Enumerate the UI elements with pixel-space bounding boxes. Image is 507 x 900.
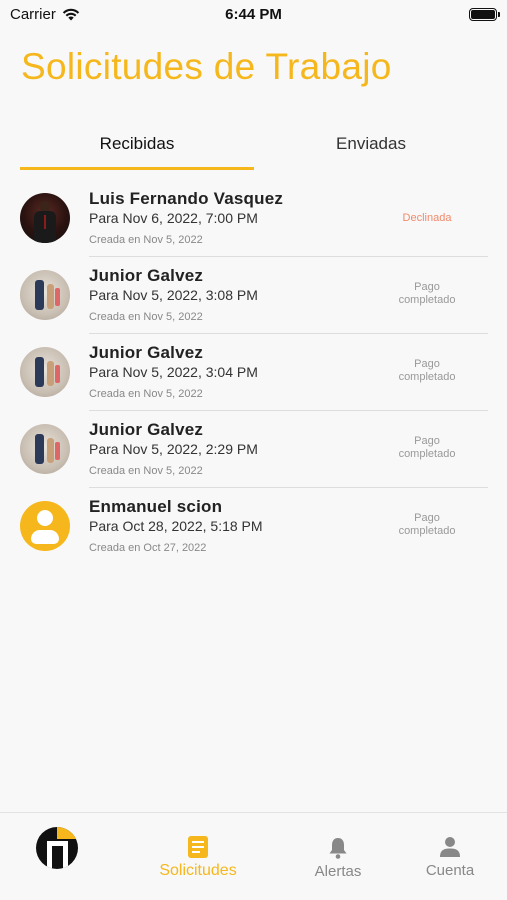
nav-solicitudes[interactable]: Solicitudes bbox=[148, 813, 248, 900]
request-row[interactable]: Junior Galvez Para Nov 5, 2022, 2:29 PM … bbox=[0, 411, 507, 488]
requester-name: Junior Galvez bbox=[89, 343, 204, 362]
default-avatar-icon bbox=[20, 501, 70, 551]
status-badge: Pago completado bbox=[398, 358, 456, 383]
app-logo-icon bbox=[36, 827, 78, 869]
requester-name: Enmanuel scion bbox=[89, 497, 223, 516]
avatar bbox=[20, 347, 70, 397]
tab-recibidas[interactable]: Recibidas bbox=[20, 118, 254, 170]
nav-home[interactable] bbox=[20, 813, 94, 900]
requester-name: Luis Fernando Vasquez bbox=[89, 189, 284, 208]
status-left: Carrier bbox=[10, 6, 80, 23]
nav-cuenta[interactable]: Cuenta bbox=[410, 813, 490, 900]
wifi-icon bbox=[62, 8, 80, 20]
status-badge: Pago completado bbox=[398, 281, 456, 306]
requester-name: Junior Galvez bbox=[89, 420, 204, 439]
request-row[interactable]: Junior Galvez Para Nov 5, 2022, 3:04 PM … bbox=[0, 334, 507, 411]
bell-icon bbox=[329, 838, 347, 859]
request-list: Luis Fernando Vasquez Para Nov 6, 2022, … bbox=[0, 180, 507, 565]
created-date: Creada en Nov 5, 2022 bbox=[89, 388, 203, 400]
status-badge: Pago completado bbox=[398, 512, 456, 537]
tab-bar: Recibidas Enviadas bbox=[20, 118, 488, 170]
request-date: Para Oct 28, 2022, 5:18 PM bbox=[89, 518, 263, 534]
request-date: Para Nov 5, 2022, 3:08 PM bbox=[89, 287, 258, 303]
created-date: Creada en Nov 5, 2022 bbox=[89, 311, 203, 323]
request-date: Para Nov 5, 2022, 2:29 PM bbox=[89, 441, 258, 457]
nav-alertas[interactable]: Alertas bbox=[298, 813, 378, 900]
avatar bbox=[20, 424, 70, 474]
created-date: Creada en Nov 5, 2022 bbox=[89, 234, 203, 246]
nav-label: Alertas bbox=[314, 863, 362, 880]
status-badge: Pago completado bbox=[398, 435, 456, 460]
request-row[interactable]: Enmanuel scion Para Oct 28, 2022, 5:18 P… bbox=[0, 488, 507, 565]
created-date: Creada en Oct 27, 2022 bbox=[89, 542, 207, 554]
nav-label: Solicitudes bbox=[159, 862, 237, 879]
battery-icon bbox=[469, 7, 500, 21]
document-icon bbox=[188, 836, 208, 858]
request-row[interactable]: Luis Fernando Vasquez Para Nov 6, 2022, … bbox=[0, 180, 507, 257]
page-title: Solicitudes de Trabajo bbox=[21, 46, 392, 87]
carrier-label: Carrier bbox=[10, 5, 56, 23]
requester-name: Junior Galvez bbox=[89, 266, 204, 285]
status-bar: Carrier 6:44 PM bbox=[0, 0, 507, 28]
nav-label: Cuenta bbox=[425, 862, 475, 879]
bottom-nav: Solicitudes Alertas Cuenta bbox=[0, 812, 507, 900]
avatar bbox=[20, 270, 70, 320]
request-date: Para Nov 5, 2022, 3:04 PM bbox=[89, 364, 258, 380]
status-badge: Declinada bbox=[402, 212, 452, 224]
request-date: Para Nov 6, 2022, 7:00 PM bbox=[89, 210, 258, 226]
tab-enviadas[interactable]: Enviadas bbox=[254, 118, 488, 170]
avatar bbox=[20, 193, 70, 243]
request-row[interactable]: Junior Galvez Para Nov 5, 2022, 3:08 PM … bbox=[0, 257, 507, 334]
created-date: Creada en Nov 5, 2022 bbox=[89, 465, 203, 477]
person-icon bbox=[440, 837, 460, 857]
